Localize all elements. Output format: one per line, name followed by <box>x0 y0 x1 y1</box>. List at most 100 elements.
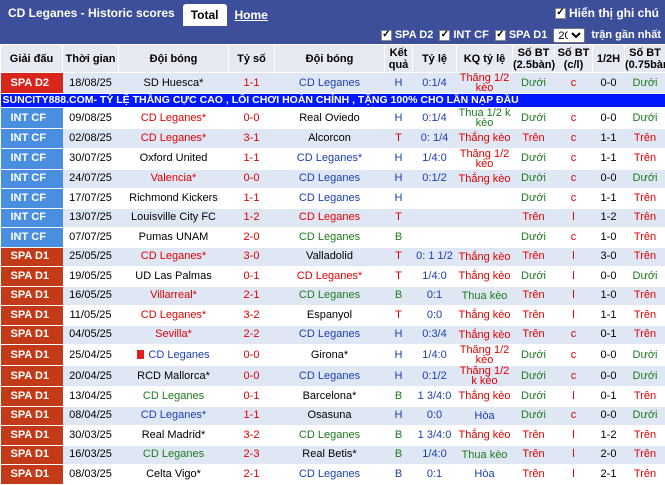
filter-spa-d2-checkbox[interactable]: ✓ <box>381 30 392 41</box>
home-team[interactable]: RCD Mallorca* <box>119 366 229 387</box>
table-row[interactable]: SPA D113/04/25CD Leganes0-1Barcelona*B1 … <box>1 387 665 407</box>
table-row[interactable]: INT CF07/07/25Pumas UNAM2-0CD LeganesBDư… <box>1 228 665 248</box>
filter-spa-d1-checkbox[interactable]: ✓ <box>495 30 506 41</box>
table-row[interactable]: INT CF17/07/25Richmond Kickers1-1CD Lega… <box>1 189 665 209</box>
away-team[interactable]: Real Oviedo <box>275 108 385 129</box>
match-score[interactable]: 2-1 <box>229 465 275 485</box>
away-team[interactable]: CD Leganes <box>275 228 385 248</box>
home-team[interactable]: CD Leganes* <box>119 306 229 326</box>
home-team[interactable]: Pumas UNAM <box>119 228 229 248</box>
show-notes-toggle[interactable]: ✓ Hiển thị ghi chú <box>555 6 659 20</box>
home-team[interactable]: CD Leganes* <box>119 129 229 149</box>
match-score[interactable]: 3-2 <box>229 306 275 326</box>
tab-total[interactable]: Total <box>183 4 227 26</box>
match-score[interactable]: 0-1 <box>229 387 275 407</box>
table-row[interactable]: SPA D116/03/25CD Leganes2-3Real Betis*B1… <box>1 445 665 465</box>
match-score[interactable]: 2-1 <box>229 286 275 306</box>
table-row[interactable]: SPA D104/05/25Sevilla*2-2CD LeganesH0:3/… <box>1 325 665 345</box>
col-league[interactable]: Giải đấu <box>1 45 63 73</box>
away-team[interactable]: Real Betis* <box>275 445 385 465</box>
match-score[interactable]: 3-0 <box>229 247 275 267</box>
table-row[interactable]: INT CF24/07/25Valencia*0-0CD LeganesH0:1… <box>1 169 665 189</box>
match-count-select[interactable]: 20 <box>553 28 585 43</box>
col-goals-25[interactable]: Số BT (2.5bàn) <box>513 45 555 73</box>
home-team[interactable]: Real Madrid* <box>119 426 229 446</box>
match-score[interactable]: 0-1 <box>229 267 275 287</box>
table-row[interactable]: SPA D111/05/25CD Leganes*3-2EspanyolT0:0… <box>1 306 665 326</box>
home-team[interactable]: CD Leganes* <box>119 108 229 129</box>
col-half[interactable]: 1/2H <box>593 45 625 73</box>
home-team[interactable]: CD Leganes <box>119 445 229 465</box>
match-score[interactable]: 1-1 <box>229 73 275 94</box>
table-row[interactable]: INT CF09/08/25CD Leganes*0-0Real OviedoH… <box>1 108 665 129</box>
tab-home[interactable]: Home <box>227 4 276 26</box>
ad-banner-text[interactable]: SUNCITY888.COM- TỶ LỆ THẮNG CỰC CAO , LỐ… <box>1 94 665 108</box>
show-notes-checkbox[interactable]: ✓ <box>555 8 566 19</box>
col-date[interactable]: Thời gian <box>63 45 119 73</box>
home-team[interactable]: Louisville City FC <box>119 208 229 228</box>
table-row[interactable]: SPA D125/05/25CD Leganes*3-0ValladolidT0… <box>1 247 665 267</box>
home-team[interactable]: CD Leganes <box>119 345 229 366</box>
home-team[interactable]: Sevilla* <box>119 325 229 345</box>
away-team[interactable]: CD Leganes <box>275 73 385 94</box>
table-row[interactable]: INT CF02/08/25CD Leganes*3-1AlcorconT0: … <box>1 129 665 149</box>
table-row[interactable]: SPA D130/03/25Real Madrid*3-2CD LeganesB… <box>1 426 665 446</box>
home-team[interactable]: UD Las Palmas <box>119 267 229 287</box>
col-goals-075[interactable]: Số BT (0.75bàn) <box>625 45 665 73</box>
col-home[interactable]: Đội bóng <box>119 45 229 73</box>
table-row[interactable]: SPA D120/04/25RCD Mallorca*0-0CD Leganes… <box>1 366 665 387</box>
home-team[interactable]: CD Leganes* <box>119 247 229 267</box>
away-team[interactable]: Osasuna <box>275 406 385 426</box>
match-score[interactable]: 2-0 <box>229 228 275 248</box>
col-odds-result[interactable]: KQ tỷ lệ <box>457 45 513 73</box>
away-team[interactable]: Barcelona* <box>275 387 385 407</box>
table-row[interactable]: SPA D125/04/25CD Leganes0-0Girona*H1/4:0… <box>1 345 665 366</box>
away-team[interactable]: CD Leganes <box>275 208 385 228</box>
match-score[interactable]: 1-1 <box>229 406 275 426</box>
match-score[interactable]: 0-0 <box>229 169 275 189</box>
col-odds[interactable]: Tỷ lệ <box>413 45 457 73</box>
col-goals-cl[interactable]: Số BT (c/l) <box>555 45 593 73</box>
away-team[interactable]: CD Leganes <box>275 366 385 387</box>
match-score[interactable]: 2-3 <box>229 445 275 465</box>
away-team[interactable]: CD Leganes* <box>275 267 385 287</box>
table-row[interactable]: INT CF30/07/25Oxford United1-1CD Leganes… <box>1 148 665 169</box>
away-team[interactable]: CD Leganes <box>275 426 385 446</box>
match-score[interactable]: 1-1 <box>229 148 275 169</box>
match-score[interactable]: 0-0 <box>229 108 275 129</box>
table-row[interactable]: SPA D108/03/25Celta Vigo*2-1CD LeganesB0… <box>1 465 665 485</box>
away-team[interactable]: Valladolid <box>275 247 385 267</box>
filter-spa-d2[interactable]: ✓SPA D2 <box>381 29 434 41</box>
filter-int-cf-checkbox[interactable]: ✓ <box>439 30 450 41</box>
table-row[interactable]: INT CF13/07/25Louisville City FC1-2CD Le… <box>1 208 665 228</box>
home-team[interactable]: Richmond Kickers <box>119 189 229 209</box>
col-away[interactable]: Đội bóng <box>275 45 385 73</box>
table-row[interactable]: SPA D119/05/25UD Las Palmas0-1CD Leganes… <box>1 267 665 287</box>
away-team[interactable]: CD Leganes <box>275 465 385 485</box>
away-team[interactable]: CD Leganes <box>275 189 385 209</box>
col-score[interactable]: Tỷ số <box>229 45 275 73</box>
table-row[interactable]: SPA D218/08/25SD Huesca*1-1CD LeganesH0:… <box>1 73 665 94</box>
home-team[interactable]: Villarreal* <box>119 286 229 306</box>
home-team[interactable]: CD Leganes* <box>119 406 229 426</box>
match-score[interactable]: 1-1 <box>229 189 275 209</box>
filter-spa-d1[interactable]: ✓SPA D1 <box>495 29 548 41</box>
home-team[interactable]: CD Leganes <box>119 387 229 407</box>
away-team[interactable]: CD Leganes <box>275 169 385 189</box>
home-team[interactable]: SD Huesca* <box>119 73 229 94</box>
match-score[interactable]: 3-1 <box>229 129 275 149</box>
table-row[interactable]: SPA D116/05/25Villarreal*2-1CD LeganesB0… <box>1 286 665 306</box>
match-score[interactable]: 0-0 <box>229 345 275 366</box>
table-row[interactable]: SPA D108/04/25CD Leganes*1-1OsasunaH0:0H… <box>1 406 665 426</box>
match-score[interactable]: 2-2 <box>229 325 275 345</box>
match-score[interactable]: 1-2 <box>229 208 275 228</box>
match-score[interactable]: 3-2 <box>229 426 275 446</box>
away-team[interactable]: Girona* <box>275 345 385 366</box>
away-team[interactable]: CD Leganes <box>275 325 385 345</box>
home-team[interactable]: Celta Vigo* <box>119 465 229 485</box>
away-team[interactable]: CD Leganes* <box>275 148 385 169</box>
home-team[interactable]: Oxford United <box>119 148 229 169</box>
away-team[interactable]: Espanyol <box>275 306 385 326</box>
away-team[interactable]: Alcorcon <box>275 129 385 149</box>
home-team[interactable]: Valencia* <box>119 169 229 189</box>
